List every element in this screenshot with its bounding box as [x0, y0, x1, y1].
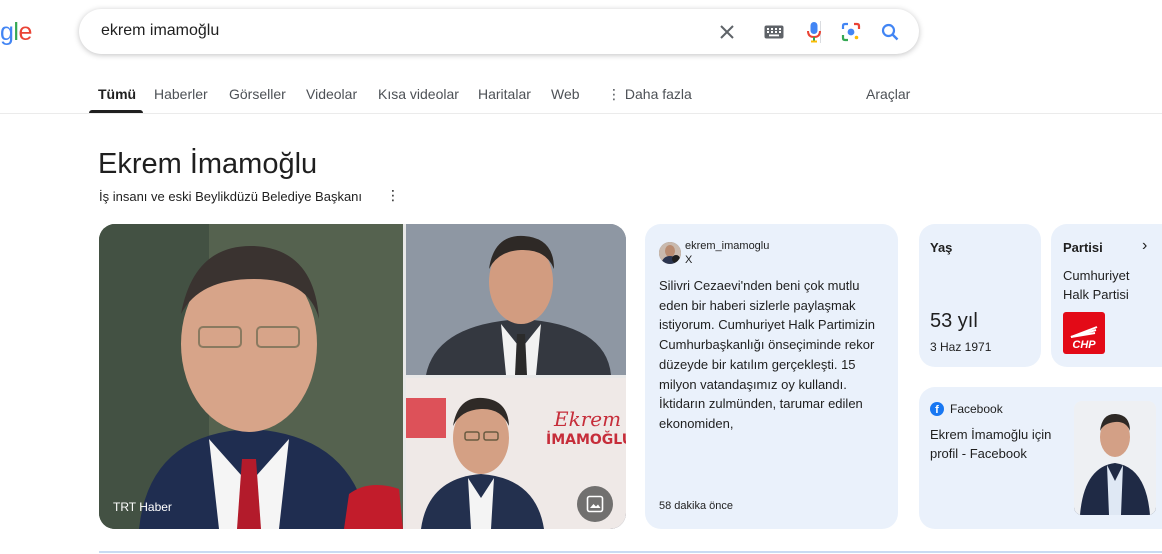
search-icon[interactable]: [878, 20, 902, 44]
secondary-portrait-image[interactable]: [406, 224, 626, 375]
birth-date: 3 Haz 1971: [930, 340, 992, 354]
image-source-caption: TRT Haber: [113, 500, 172, 514]
facebook-profile-link[interactable]: Ekrem İmamoğlu için profil - Facebook: [930, 425, 1070, 463]
clear-icon[interactable]: [715, 20, 739, 44]
microphone-icon[interactable]: [802, 20, 826, 44]
party-label: Partisi: [1063, 240, 1103, 255]
image-gallery-button[interactable]: [577, 486, 613, 522]
image-collage[interactable]: Ekrem İMAMOĞLU TRT Haber: [99, 224, 626, 529]
google-logo[interactable]: gle: [0, 18, 32, 47]
age-card[interactable]: Yaş 53 yıl 3 Haz 1971: [919, 224, 1041, 367]
tab-web[interactable]: Web: [551, 86, 580, 102]
facebook-profile-card[interactable]: f Facebook Ekrem İmamoğlu için profil - …: [919, 387, 1162, 529]
post-platform: X: [685, 254, 693, 266]
main-portrait-image[interactable]: [99, 224, 403, 529]
tab-maps[interactable]: Haritalar: [478, 86, 531, 102]
party-card[interactable]: Partisi › Cumhuriyet Halk Partisi CHP: [1051, 224, 1162, 367]
section-divider: [99, 551, 1162, 553]
tab-all[interactable]: Tümü: [98, 86, 136, 102]
party-name: Cumhuriyet Halk Partisi: [1063, 268, 1130, 302]
tab-videos[interactable]: Videolar: [306, 86, 357, 102]
keyboard-icon[interactable]: [762, 20, 786, 44]
arrows-icon: [1070, 326, 1098, 338]
entity-title: Ekrem İmamoğlu: [98, 148, 318, 180]
age-value: 53 yıl: [930, 310, 978, 332]
tools-button[interactable]: Araçlar: [866, 86, 910, 102]
tab-more[interactable]: ⋮ Daha fazla: [607, 86, 692, 103]
more-options-icon[interactable]: ⋮: [386, 187, 400, 204]
image-icon: [586, 495, 604, 513]
lens-icon[interactable]: [839, 20, 863, 44]
more-vert-icon: ⋮: [607, 86, 621, 102]
party-logo: CHP: [1063, 312, 1105, 354]
poster-surname-text: İMAMOĞLU: [546, 430, 626, 448]
search-tabs: Tümü Haberler Görseller Videolar Kısa vi…: [0, 82, 1162, 114]
facebook-profile-photo: [1074, 401, 1156, 515]
post-author-handle[interactable]: ekrem_imamoglu: [685, 240, 769, 252]
tabs-divider: [0, 113, 1162, 114]
tab-more-label: Daha fazla: [624, 86, 692, 102]
entity-subtitle: İş insanı ve eski Beylikdüzü Belediye Ba…: [99, 189, 363, 204]
search-box[interactable]: ekrem imamoğlu: [79, 9, 919, 54]
post-text: Silivri Cezaevi'nden beni çok mutlu eden…: [659, 278, 875, 431]
tab-short-videos[interactable]: Kısa videolar: [378, 86, 459, 102]
poster-script-text: Ekrem: [553, 407, 621, 431]
chevron-right-icon[interactable]: ›: [1142, 237, 1147, 255]
tab-images[interactable]: Görseller: [229, 86, 286, 102]
facebook-source-label: Facebook: [950, 402, 1003, 416]
logo-letter-e: e: [18, 18, 32, 46]
tab-news[interactable]: Haberler: [154, 86, 208, 102]
social-post-card[interactable]: ekrem_imamoglu X Silivri Cezaevi'nden be…: [645, 224, 898, 529]
logo-letter-g: g: [0, 18, 14, 46]
avatar: [659, 242, 681, 264]
facebook-icon: f: [930, 402, 944, 416]
party-logo-text: CHP: [1072, 339, 1096, 351]
search-input[interactable]: ekrem imamoğlu: [101, 22, 219, 40]
age-label: Yaş: [930, 240, 953, 255]
post-timestamp: 58 dakika önce: [659, 500, 733, 512]
